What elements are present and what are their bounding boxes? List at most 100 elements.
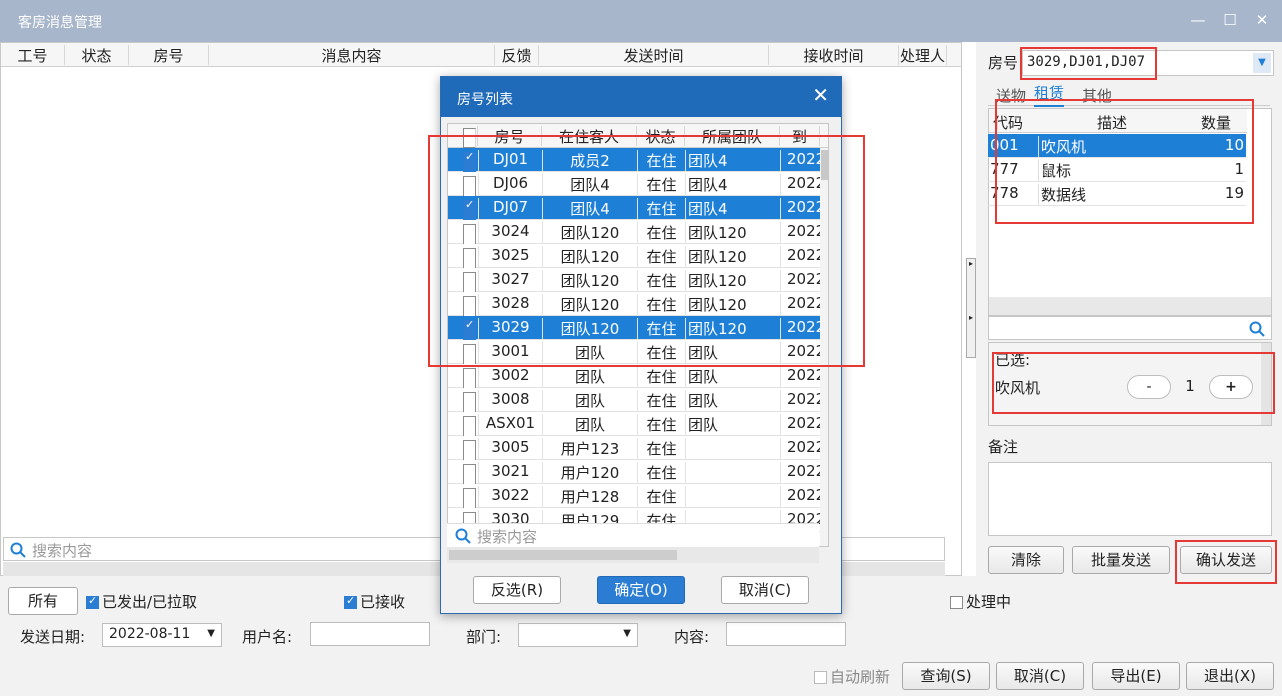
chevron-down-icon[interactable]: ▼ [207,628,215,639]
room-list-vscrollbar[interactable] [820,148,828,546]
ok-button[interactable]: 确定(O) [597,576,685,604]
query-button[interactable]: 查询(S) [902,662,990,690]
room-row[interactable]: 3025团队120在住团队1202022 [448,244,820,268]
scroll-thumb[interactable] [821,150,828,180]
auto-refresh-checkbox[interactable]: 自动刷新 [814,666,890,687]
rental-item-row[interactable]: 778 数据线 19 [988,182,1246,206]
department-select[interactable]: ▼ [518,623,638,647]
col-staff-id[interactable]: 工号 [1,45,65,65]
quantity-value[interactable]: 1 [1171,377,1209,395]
row-checkbox[interactable] [448,438,478,460]
send-date-label: 发送日期: [20,628,86,646]
remark-textarea[interactable] [988,462,1272,536]
export-button[interactable]: 导出(E) [1092,662,1180,690]
room-row[interactable]: 3024团队120在住团队1202022 [448,220,820,244]
row-checkbox[interactable] [448,222,478,244]
room-row[interactable]: 3027团队120在住团队1202022 [448,268,820,292]
room-search-input[interactable]: 搜索内容 [447,523,819,547]
col-description[interactable]: 描述 [1097,112,1127,133]
cancel-filter-button[interactable]: 取消(C) [996,662,1084,690]
all-button[interactable]: 所有 [8,587,78,615]
row-checkbox[interactable] [448,246,478,268]
chevron-down-icon[interactable]: ▼ [623,628,631,639]
col-guest[interactable]: 在住客人 [542,126,637,146]
col-feedback[interactable]: 反馈 [495,45,539,65]
room-row[interactable]: 3002团队在住团队2022 [448,364,820,388]
col-send-time[interactable]: 发送时间 [539,45,769,65]
minimize-icon[interactable]: — [1186,8,1210,32]
team-name: 团队120 [685,222,780,244]
col-handler[interactable]: 处理人 [899,45,947,65]
col-room-status[interactable]: 状态 [637,126,685,146]
arrival-date: 2022 [780,318,820,340]
room-row[interactable]: 3021用户120在住 2022 [448,460,820,484]
received-checkbox[interactable]: 已接收 [344,591,405,612]
col-arrival[interactable]: 到 [780,126,820,146]
col-quantity[interactable]: 数量 [1201,112,1231,133]
row-checkbox[interactable] [448,390,478,412]
col-room[interactable]: 房号 [129,45,209,65]
room-row[interactable]: DJ06团队4在住团队42022 [448,172,820,196]
chevron-down-icon[interactable]: ▼ [1253,53,1271,73]
username-input[interactable] [310,622,430,646]
col-receive-time[interactable]: 接收时间 [769,45,899,65]
col-status[interactable]: 状态 [65,45,129,65]
row-checkbox[interactable] [448,342,478,364]
room-row[interactable]: 3028团队120在住团队1202022 [448,292,820,316]
sent-pulled-checkbox[interactable]: 已发出/已拉取 [86,591,197,612]
room-row[interactable]: 3008团队在住团队2022 [448,388,820,412]
row-checkbox[interactable] [448,366,478,388]
close-icon[interactable]: ✕ [1250,8,1274,32]
clear-button[interactable]: 清除 [988,546,1064,574]
room-status: 在住 [637,342,685,364]
close-icon[interactable]: ✕ [812,85,829,105]
selected-vscrollbar[interactable] [1261,343,1271,425]
arrival-date: 2022 [780,462,820,484]
row-checkbox[interactable] [448,486,478,508]
processing-checkbox[interactable]: 处理中 [950,591,1011,612]
room-status: 在住 [637,294,685,316]
room-select[interactable]: 3029,DJ01,DJ07 ▼ [1022,50,1274,76]
exit-button[interactable]: 退出(X) [1186,662,1274,690]
room-row[interactable]: DJ07团队4在住团队42022 [448,196,820,220]
row-checkbox[interactable] [448,318,478,340]
dialog-cancel-button[interactable]: 取消(C) [721,576,809,604]
row-checkbox[interactable] [448,174,478,196]
rental-item-row[interactable]: 777 鼠标 1 [988,158,1246,182]
row-checkbox[interactable] [448,270,478,292]
decrement-button[interactable]: - [1127,375,1171,399]
rental-hscrollbar[interactable] [989,297,1271,315]
col-message[interactable]: 消息内容 [209,45,495,65]
room-row[interactable]: ASX01团队在住团队2022 [448,412,820,436]
row-checkbox[interactable] [448,198,478,220]
increment-button[interactable]: + [1209,375,1253,399]
invert-selection-button[interactable]: 反选(R) [473,576,561,604]
row-checkbox[interactable] [448,150,478,172]
splitter-handle[interactable]: ▸ ▸ [966,258,976,358]
tab-other[interactable]: 其他 [1082,85,1112,106]
row-checkbox[interactable] [448,414,478,436]
row-checkbox[interactable] [448,462,478,484]
room-row[interactable]: 3029团队120在住团队1202022 [448,316,820,340]
rental-item-row[interactable]: 001 吹风机 10 [988,134,1246,158]
dialog-title-bar: 房号列表 ✕ [441,77,841,117]
row-checkbox[interactable] [448,294,478,316]
col-team[interactable]: 所属团队 [685,126,780,146]
tab-delivery[interactable]: 送物 [996,85,1026,106]
room-row[interactable]: 3005用户123在住 2022 [448,436,820,460]
content-input[interactable] [726,622,846,646]
room-row[interactable]: DJ01成员2在住团队42022 [448,148,820,172]
confirm-send-button[interactable]: 确认发送 [1180,546,1272,574]
batch-send-button[interactable]: 批量发送 [1072,546,1170,574]
scroll-thumb[interactable] [449,550,677,560]
room-list-hscrollbar[interactable] [447,547,819,563]
maximize-icon[interactable]: ☐ [1218,8,1242,32]
send-date-picker[interactable]: 2022-08-11 ▼ [102,623,222,647]
item-search-input[interactable] [988,316,1272,340]
tab-rental[interactable]: 租赁 [1034,82,1065,107]
select-all-checkbox[interactable] [448,126,478,148]
col-code[interactable]: 代码 [993,112,1023,133]
room-row[interactable]: 3022用户128在住 2022 [448,484,820,508]
room-row[interactable]: 3001团队在住团队2022 [448,340,820,364]
col-room-no[interactable]: 房号 [478,126,542,146]
